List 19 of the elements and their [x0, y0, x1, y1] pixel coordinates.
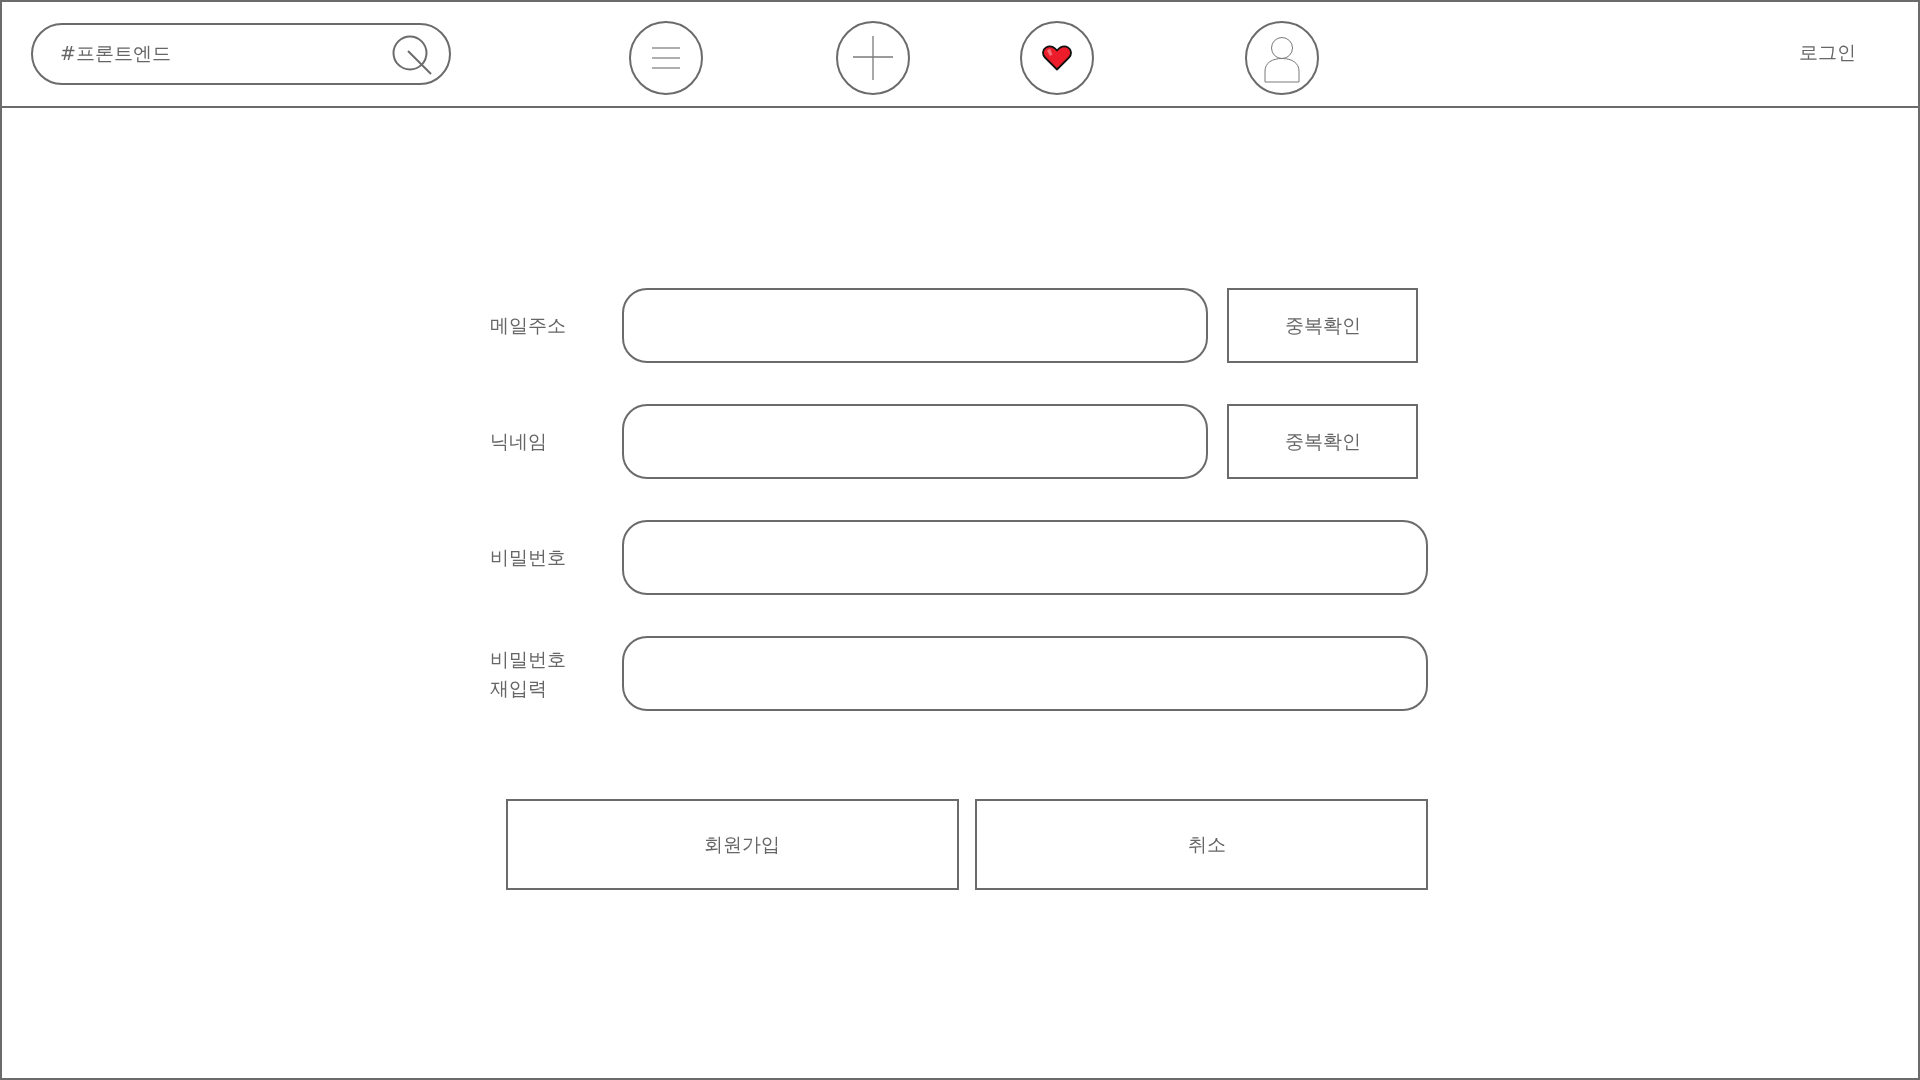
- search-icon[interactable]: [392, 35, 432, 75]
- heart-icon: [1042, 45, 1072, 71]
- input-field[interactable]: [622, 404, 1208, 479]
- input-field[interactable]: [622, 288, 1208, 363]
- cancel-button[interactable]: 취소: [975, 799, 1428, 890]
- person-icon: [1264, 37, 1300, 83]
- input-field[interactable]: [622, 520, 1428, 595]
- field-label: 메일주소: [490, 313, 567, 338]
- field-label: 비밀번호 재입력: [490, 646, 567, 701]
- field-label: 비밀번호: [490, 545, 567, 570]
- search-field[interactable]: #프론트엔드: [31, 23, 451, 85]
- signup-button[interactable]: 회원가입: [506, 799, 959, 890]
- duplicate-check-button[interactable]: 중복확인: [1227, 288, 1418, 363]
- field-label: 닉네임: [490, 429, 548, 454]
- login-link[interactable]: 로그인: [1799, 40, 1856, 66]
- menu-icon: [652, 47, 680, 69]
- input-field[interactable]: [622, 636, 1428, 711]
- plus-icon: [853, 36, 893, 80]
- duplicate-check-button[interactable]: 중복확인: [1227, 404, 1418, 479]
